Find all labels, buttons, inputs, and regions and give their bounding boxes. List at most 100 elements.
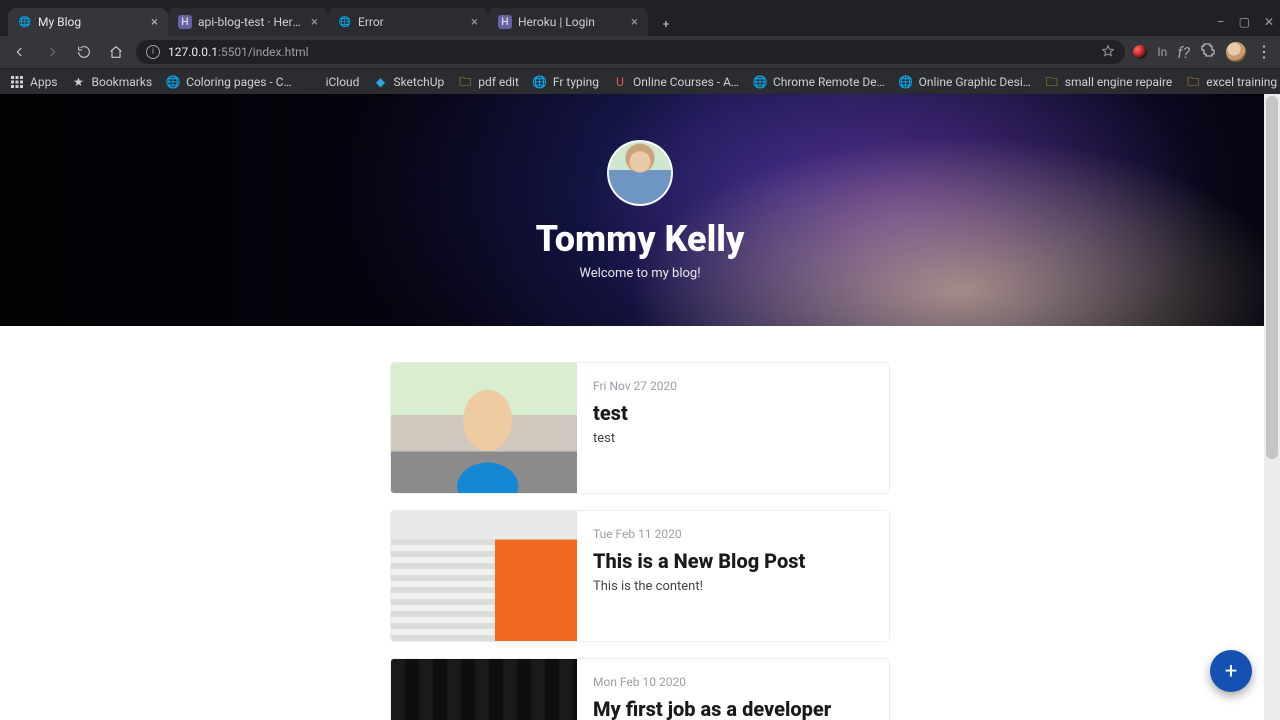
post-title: test (593, 401, 873, 425)
tab-strip: 🌐 My Blog × H api-blog-test · Heroku-git… (0, 8, 1280, 36)
bookmark-excel-training[interactable]: 🗀 excel training (1186, 75, 1277, 89)
post-thumbnail (391, 659, 577, 720)
tab-heroku-git[interactable]: H api-blog-test · Heroku-git | Herc × (168, 8, 328, 36)
tab-error[interactable]: 🌐 Error × (328, 8, 488, 36)
star-icon: ★ (72, 75, 86, 89)
toolbar: i 127.0.0.1 :5501 /index.html In f? ⋮ (0, 36, 1280, 68)
bookmark-icloud[interactable]: iCloud (306, 75, 360, 89)
site-info-icon[interactable]: i (146, 45, 160, 59)
tab-my-blog[interactable]: 🌐 My Blog × (8, 8, 168, 36)
extensions-icon[interactable] (1200, 42, 1216, 62)
new-tab-button[interactable]: + (652, 12, 680, 36)
author-tagline: Welcome to my blog! (579, 266, 700, 281)
star-icon[interactable] (1101, 44, 1115, 61)
page-viewport: Tommy Kelly Welcome to my blog! Fri Nov … (0, 94, 1280, 720)
bookmark-label: Coloring pages - C… (186, 75, 291, 89)
folder-icon: 🗀 (1045, 75, 1059, 89)
extension-area: In f? ⋮ (1133, 42, 1272, 62)
bookmark-label: Fr typing (553, 75, 599, 89)
close-tab-icon[interactable]: × (151, 16, 158, 29)
post-thumbnail (391, 363, 577, 493)
url-host: 127.0.0.1 (168, 45, 218, 59)
globe-icon: 🌐 (533, 75, 547, 89)
folder-icon: 🗀 (1186, 75, 1200, 89)
new-post-fab[interactable]: + (1210, 650, 1252, 692)
url-port: :5501 (218, 45, 248, 59)
menu-kebab-icon[interactable]: ⋮ (1256, 44, 1272, 60)
bookmark-coloring[interactable]: 🌐 Coloring pages - C… (166, 75, 291, 89)
bookmark-label: Chrome Remote De… (773, 75, 885, 89)
back-button[interactable] (8, 40, 32, 64)
reload-button[interactable] (72, 40, 96, 64)
plus-icon: + (1225, 659, 1237, 684)
post-card[interactable]: Tue Feb 11 2020 This is a New Blog Post … (390, 510, 890, 642)
window-titlebar[interactable] (0, 0, 1280, 8)
bookmark-label: Bookmarks (92, 75, 153, 89)
post-thumbnail (391, 511, 577, 641)
tab-title: api-blog-test · Heroku-git | Herc (198, 15, 305, 29)
sketchup-icon: ◆ (373, 75, 387, 89)
profile-avatar[interactable] (1226, 42, 1246, 62)
close-tab-icon[interactable]: × (311, 16, 318, 29)
close-window-button[interactable]: ✕ (1264, 15, 1274, 29)
browser-window: 🌐 My Blog × H api-blog-test · Heroku-git… (0, 0, 1280, 720)
tab-title: Heroku | Login (518, 15, 625, 29)
bookmark-label: pdf edit (478, 75, 519, 89)
bookmark-bookmarks[interactable]: ★ Bookmarks (72, 75, 153, 89)
bookmark-sketchup[interactable]: ◆ SketchUp (373, 75, 444, 89)
post-card[interactable]: Fri Nov 27 2020 test test (390, 362, 890, 494)
globe-icon: 🌐 (18, 15, 32, 29)
bookmark-graphic-design[interactable]: 🌐 Online Graphic Desi… (899, 75, 1031, 89)
extension-f-icon[interactable]: f? (1177, 43, 1190, 62)
post-feed[interactable]: Fri Nov 27 2020 test test Tue Feb 11 202… (0, 326, 1280, 720)
tab-title: Error (358, 15, 465, 29)
post-title: This is a New Blog Post (593, 549, 873, 573)
bookmarks-bar: Apps ★ Bookmarks 🌐 Coloring pages - C… iCl… (0, 68, 1280, 94)
bookmark-apps[interactable]: Apps (10, 75, 58, 89)
plus-icon: + (663, 17, 670, 31)
bookmark-label: Apps (30, 75, 58, 89)
apple-icon (306, 75, 320, 89)
bookmark-label: small engine repaire (1065, 75, 1173, 89)
bookmark-label: iCloud (326, 75, 360, 89)
close-tab-icon[interactable]: × (471, 16, 478, 29)
heroku-icon: H (498, 15, 512, 29)
close-tab-icon[interactable]: × (631, 16, 638, 29)
post-card[interactable]: Mon Feb 10 2020 My first job as a develo… (390, 658, 890, 720)
globe-icon: 🌐 (166, 75, 180, 89)
folder-icon: 🗀 (458, 75, 472, 89)
home-button[interactable] (104, 40, 128, 64)
globe-icon: 🌐 (338, 15, 352, 29)
post-excerpt: This is the content! (593, 579, 873, 594)
scrollbar-thumb[interactable] (1266, 96, 1278, 459)
vertical-scrollbar[interactable] (1264, 94, 1280, 720)
udemy-icon: U (613, 75, 627, 89)
forward-button[interactable] (40, 40, 64, 64)
tab-title: My Blog (38, 15, 145, 29)
bookmark-label: SketchUp (393, 75, 444, 89)
bookmark-chrome-remote[interactable]: 🌐 Chrome Remote De… (753, 75, 885, 89)
address-bar[interactable]: i 127.0.0.1 :5501 /index.html (136, 40, 1125, 64)
profile-photo (607, 140, 673, 206)
post-date: Fri Nov 27 2020 (593, 379, 873, 393)
globe-icon: 🌐 (753, 75, 767, 89)
bookmark-label: Online Graphic Desi… (919, 75, 1031, 89)
tab-heroku-login[interactable]: H Heroku | Login × (488, 8, 648, 36)
heroku-icon: H (178, 15, 192, 29)
post-date: Tue Feb 11 2020 (593, 527, 873, 541)
apps-icon (10, 75, 24, 89)
bookmark-small-engine[interactable]: 🗀 small engine repaire (1045, 75, 1173, 89)
post-excerpt: test (593, 431, 873, 446)
maximize-button[interactable]: ▢ (1239, 15, 1250, 29)
bookmark-online-courses[interactable]: U Online Courses - A… (613, 75, 739, 89)
bookmark-label: Online Courses - A… (633, 75, 739, 89)
globe-icon: 🌐 (899, 75, 913, 89)
bookmark-label: excel training (1206, 75, 1277, 89)
bookmark-pdf-edit[interactable]: 🗀 pdf edit (458, 75, 519, 89)
minimize-button[interactable]: – (1217, 15, 1225, 29)
author-name: Tommy Kelly (536, 218, 745, 260)
bookmark-fr-typing[interactable]: 🌐 Fr typing (533, 75, 599, 89)
extension-circle-icon[interactable] (1133, 45, 1147, 59)
extension-in-icon[interactable]: In (1157, 45, 1167, 59)
post-title: My first job as a developer (593, 697, 873, 720)
